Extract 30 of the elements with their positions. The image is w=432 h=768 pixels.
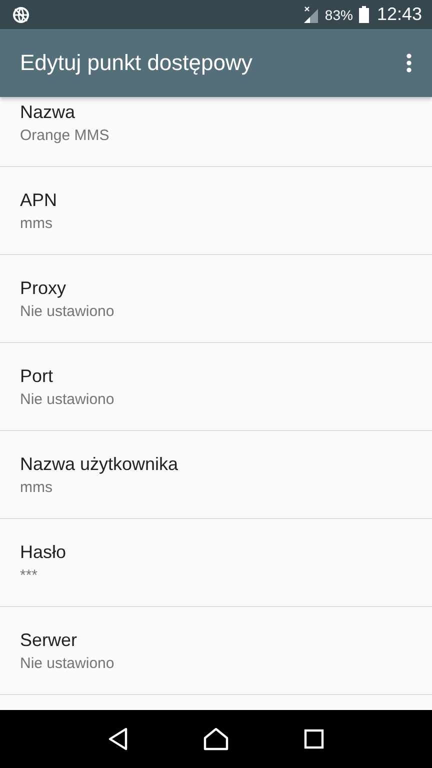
back-icon[interactable] <box>108 727 128 751</box>
setting-row[interactable]: Serwer Nie ustawiono <box>0 607 432 695</box>
signal-icon <box>302 6 319 23</box>
setting-row[interactable]: Nazwa Orange MMS <box>0 97 432 167</box>
globe-crossed-icon <box>12 6 30 24</box>
setting-value: mms <box>20 478 54 496</box>
setting-value: Orange MMS <box>20 126 110 144</box>
battery-icon <box>358 6 369 23</box>
setting-value: *** <box>20 566 39 584</box>
setting-value: mms <box>20 214 54 232</box>
setting-value: Nie ustawiono <box>20 654 116 672</box>
screen-title: Edytuj punkt dostępowy <box>20 50 254 76</box>
recents-icon[interactable] <box>304 729 324 749</box>
setting-value: Nie ustawiono <box>20 302 116 320</box>
setting-title: Nazwa użytkownika <box>20 454 180 474</box>
clock: 12:43 <box>376 4 422 25</box>
setting-title: APN <box>20 190 58 210</box>
setting-title: Serwer <box>20 630 78 650</box>
setting-row[interactable]: Nazwa użytkownika mms <box>0 431 432 519</box>
battery-percent: 83% <box>324 6 353 22</box>
setting-value: Nie ustawiono <box>20 390 116 408</box>
setting-title: Hasło <box>20 542 68 562</box>
setting-row[interactable]: Port Nie ustawiono <box>0 343 432 431</box>
setting-title: Proxy <box>20 278 68 298</box>
setting-row[interactable]: APN mms <box>0 167 432 255</box>
setting-row[interactable]: Proxy Nie ustawiono <box>0 255 432 343</box>
setting-title: Port <box>20 366 54 386</box>
setting-title: Nazwa <box>20 102 76 122</box>
setting-row[interactable]: Hasło *** <box>0 519 432 607</box>
home-icon[interactable] <box>202 727 229 751</box>
